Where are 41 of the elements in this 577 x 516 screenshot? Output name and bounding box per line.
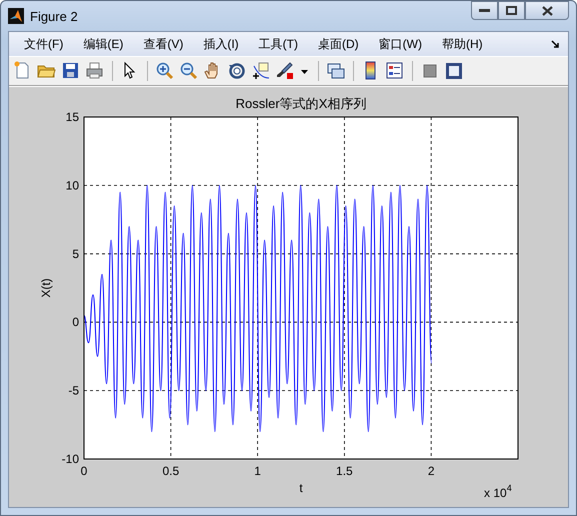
y-tick-label: 5 [72,246,79,261]
close-icon [542,6,552,16]
y-axis-label: X(t) [39,278,53,298]
y-tick-label: 10 [66,178,79,192]
menu-item[interactable]: 文件(F) [17,34,70,54]
maximize-button[interactable] [498,1,525,20]
menu-item[interactable]: 插入(I) [196,34,246,54]
menu-item[interactable]: 工具(T) [252,34,305,54]
x-axis-label: t [299,481,303,495]
zoom-in-icon[interactable] [155,61,175,81]
app-logo-icon [8,8,24,24]
zoom-out-icon[interactable] [179,61,199,81]
dock-arrow-icon[interactable] [551,40,560,48]
menu-item[interactable]: 窗口(W) [372,34,429,54]
minimize-button[interactable] [471,1,498,20]
x-tick-label: 0.5 [162,464,180,478]
data-cursor-icon[interactable] [251,61,271,81]
menu-item[interactable]: 编辑(E) [76,34,130,54]
y-tick-label: -10 [62,452,79,466]
menu-item[interactable]: 查看(V) [136,34,190,54]
printer-icon[interactable] [85,61,105,81]
brush-icon[interactable] [275,61,295,81]
menu-item[interactable]: 帮助(H) [434,34,490,54]
maximize-icon [506,6,517,15]
y-tick-label: 0 [72,315,79,330]
menu-item[interactable]: 桌面(D) [310,34,366,54]
axis-multiplier: x 10$^{4}$ [484,483,512,500]
chart-title: Rossler等式的X相序列 [236,96,366,111]
y-tick-label: -5 [68,384,79,398]
x-tick-label: 1 [254,464,261,478]
x-tick-label: 2 [428,464,435,478]
rotate-icon[interactable] [227,61,247,81]
link-icon[interactable] [326,61,346,81]
legend-icon[interactable] [385,61,405,81]
y-tick-label: 15 [66,110,79,124]
minimize-icon [479,8,490,12]
x-tick-label: 0 [80,464,88,478]
close-button[interactable] [525,1,569,20]
frame-icon[interactable] [444,61,464,81]
x-tick-label: 1.5 [336,464,353,478]
window-title: Figure 2 [30,8,78,24]
